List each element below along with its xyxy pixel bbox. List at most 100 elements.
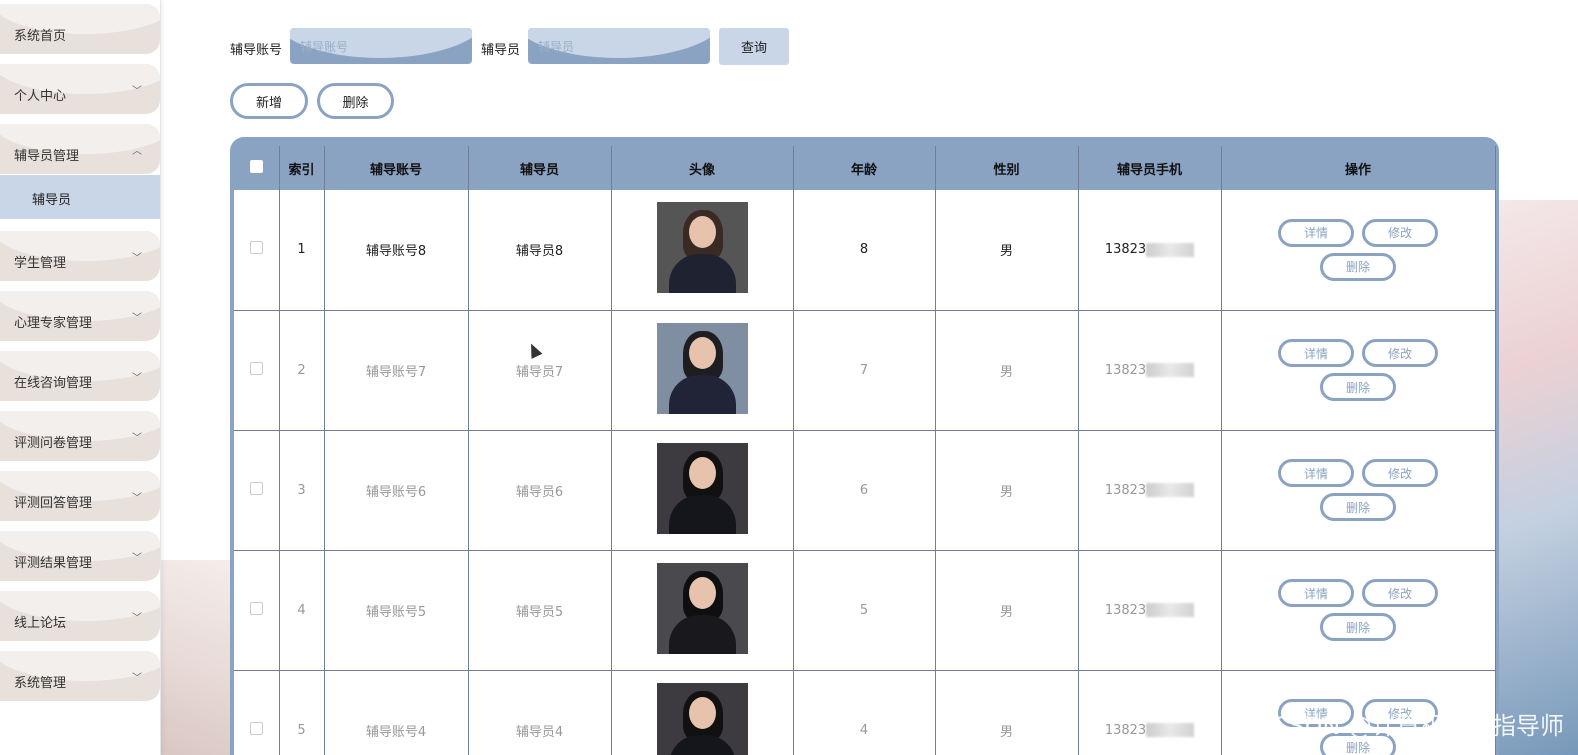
account-search-label: 辅导账号 [230,43,283,58]
row-actions: 详情 修改 删除 [1221,190,1496,311]
name-search-input[interactable]: 辅导员 [528,28,710,64]
sidebar-subitem-counselor[interactable]: 辅导员 [0,175,160,219]
sidebar-item-result-management[interactable]: 评测结果管理 ﹀ [0,531,160,581]
watermark: CSDN @计算机编程指导师 [1271,712,1564,740]
column-header: 辅导账号 [324,146,469,190]
sidebar-item-expert-management[interactable]: 心理专家管理 ﹀ [0,291,160,341]
edit-button[interactable]: 修改 [1362,459,1438,487]
row-phone: 13823 [1104,602,1147,618]
column-header: 操作 [1221,146,1496,190]
row-index: 1 [279,190,325,311]
row-phone: 13823 [1104,362,1147,378]
avatar [656,442,748,534]
detail-button[interactable]: 详情 [1278,218,1354,247]
row-gender: 男 [935,430,1079,551]
name-search-placeholder: 辅导员 [538,40,575,54]
row-account: 辅导账号8 [324,190,469,311]
select-all-checkbox[interactable] [249,159,263,173]
row-actions: 详情 修改 删除 [1221,550,1496,671]
sidebar-item-forum[interactable]: 线上论坛 ﹀ [0,591,160,641]
phone-redaction [1146,723,1195,737]
sidebar-item-label: 心理专家管理 [14,316,93,331]
account-search-placeholder: 辅导账号 [300,40,349,54]
chevron-down-icon: ﹀ [132,253,142,264]
row-select-cell[interactable] [234,670,280,755]
phone-redaction [1146,363,1195,377]
sidebar-item-questionnaire-management[interactable]: 评测问卷管理 ﹀ [0,411,160,461]
counselor-table: 索引 辅导账号 辅导员 头像 年龄 性别 辅导员手机 操作 1 辅导账号8 辅导… [234,146,1496,755]
detail-button[interactable]: 详情 [1278,339,1354,367]
data-table-container: 索引 辅导账号 辅导员 头像 年龄 性别 辅导员手机 操作 1 辅导账号8 辅导… [230,137,1499,755]
sidebar-item-label: 线上论坛 [14,616,67,631]
batch-delete-button[interactable]: 删除 [317,83,394,119]
row-age: 8 [793,190,936,311]
chevron-down-icon: ﹀ [132,553,142,564]
row-delete-button[interactable]: 删除 [1320,252,1396,281]
row-age: 4 [793,670,936,755]
row-select-cell[interactable] [234,310,280,431]
row-checkbox[interactable] [249,361,263,375]
chevron-down-icon: ﹀ [132,613,142,624]
sidebar-item-label: 在线咨询管理 [14,376,93,391]
row-phone: 13823 [1104,482,1147,498]
add-button[interactable]: 新增 [230,83,308,119]
row-name: 辅导员8 [468,190,612,311]
row-avatar-cell [611,430,794,551]
row-age: 7 [793,310,936,431]
table-header-row: 索引 辅导账号 辅导员 头像 年龄 性别 辅导员手机 操作 [234,146,1496,190]
row-phone: 13823 [1104,722,1147,738]
name-search-label: 辅导员 [481,43,521,58]
table-row: 4 辅导账号5 辅导员5 5 男 13823 详情 修改 删除 [234,550,1496,671]
row-age: 5 [793,550,936,671]
select-all-header[interactable] [234,146,280,190]
row-actions: 详情 修改 删除 [1221,310,1496,431]
row-select-cell[interactable] [234,190,280,311]
chevron-up-icon: ︿ [132,146,142,157]
sidebar-subitem-label: 辅导员 [32,193,72,208]
row-avatar-cell [611,310,794,431]
row-checkbox[interactable] [249,481,263,495]
row-delete-button[interactable]: 删除 [1320,493,1396,521]
sidebar-item-system-management[interactable]: 系统管理 ﹀ [0,651,160,701]
sidebar-item-label: 评测问卷管理 [14,436,93,451]
account-search-input[interactable]: 辅导账号 [290,28,472,64]
row-gender: 男 [935,550,1079,671]
row-account: 辅导账号6 [324,430,469,551]
column-header: 年龄 [793,146,936,190]
row-actions: 详情 修改 删除 [1221,430,1496,551]
row-checkbox[interactable] [249,721,263,735]
sidebar-item-personal-center[interactable]: 个人中心 ﹀ [0,64,160,114]
row-delete-button[interactable]: 删除 [1320,373,1396,401]
row-select-cell[interactable] [234,430,280,551]
sidebar-item-consultation-management[interactable]: 在线咨询管理 ﹀ [0,351,160,401]
chevron-down-icon: ﹀ [132,86,142,97]
sidebar-item-answer-management[interactable]: 评测回答管理 ﹀ [0,471,160,521]
row-checkbox[interactable] [249,241,263,255]
row-name: 辅导员7 [468,310,612,431]
row-select-cell[interactable] [234,550,280,671]
edit-button[interactable]: 修改 [1362,579,1438,607]
row-index: 4 [279,550,325,671]
row-avatar-cell [611,550,794,671]
row-phone-cell: 13823 [1078,190,1222,311]
row-index: 2 [279,310,325,431]
detail-button[interactable]: 详情 [1278,579,1354,607]
chevron-down-icon: ﹀ [132,673,142,684]
row-gender: 男 [935,310,1079,431]
row-account: 辅导账号5 [324,550,469,671]
edit-button[interactable]: 修改 [1362,218,1438,247]
column-header: 索引 [279,146,325,190]
sidebar-item-counselor-management[interactable]: 辅导员管理 ︿ [0,124,160,174]
row-avatar-cell [611,190,794,311]
row-delete-button[interactable]: 删除 [1320,613,1396,641]
row-index: 3 [279,430,325,551]
query-button[interactable]: 查询 [719,28,789,65]
detail-button[interactable]: 详情 [1278,459,1354,487]
row-phone-cell: 13823 [1078,670,1222,755]
chevron-down-icon: ﹀ [132,493,142,504]
avatar [656,682,748,755]
edit-button[interactable]: 修改 [1362,339,1438,367]
sidebar-item-student-management[interactable]: 学生管理 ﹀ [0,231,160,281]
sidebar-item-home[interactable]: 系统首页 [0,4,160,54]
row-checkbox[interactable] [249,601,263,615]
